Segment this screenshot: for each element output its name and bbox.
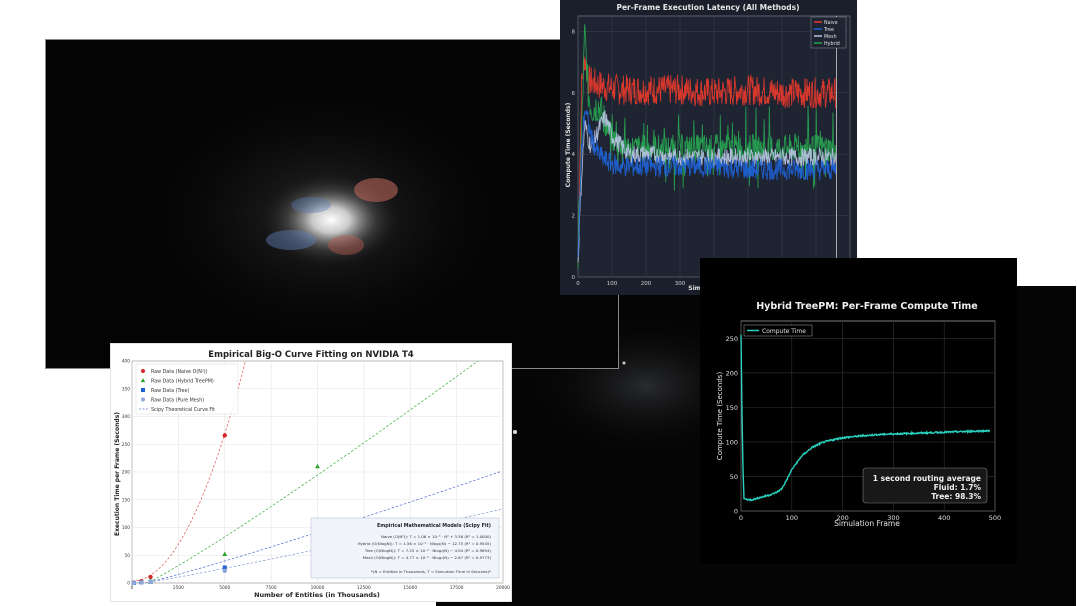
legend-label: Raw Data (Tree) [151,388,189,394]
legend-label: Tree [823,27,834,33]
y-tick-label: 0 [572,275,576,281]
x-tick-label: 0 [131,585,134,591]
chart-title: Empirical Big-O Curve Fitting on NVIDIA … [208,350,413,360]
latency-chart-panel: Per-Frame Execution Latency (All Methods… [560,0,857,295]
x-tick-label: 300 [887,514,899,522]
y-tick-label: 100 [726,438,738,446]
legend-label: Scipy Theoretical Curve Fit [151,407,215,413]
legend-marker [141,397,145,402]
annotation-line: Tree: 98.3% [931,492,981,501]
x-tick-label: 100 [607,281,618,287]
y-axis-label: Compute Time (Seconds) [565,102,572,187]
x-tick-label: 500 [989,514,1001,522]
y-tick-label: 100 [122,525,130,531]
models-footnote: *(N = Entities in Thousands, T = Executi… [371,569,491,574]
model-row: Hybrid (O(NlogN)): T = 1.56 × 10⁻³ · Nlo… [358,541,492,546]
x-tick-label: 5000 [219,585,230,591]
x-tick-label: 200 [836,514,848,522]
x-tick-label: 17500 [450,585,464,591]
legend-marker [141,388,145,392]
annotation-line: 1 second routing average [873,474,981,483]
y-axis-label: Execution Time per Frame (Seconds) [114,412,121,536]
y-tick-label: 8 [572,29,576,35]
model-row: Mesh (O(NlogN)): T = 4.77 × 10⁻⁴ · Nlog₂… [363,555,492,560]
data-point-mesh [148,579,153,585]
galaxy-render-image [45,39,619,369]
x-axis-label: Number of Entities (in Thousands) [254,591,380,599]
model-row: Naive (O(N²)): T = 1.06 × 10⁻⁵ · N² + 3.… [381,534,491,539]
y-tick-label: 0 [127,581,130,587]
y-tick-label: 50 [125,553,131,559]
bigo-chart-panel: Empirical Big-O Curve Fitting on NVIDIA … [110,343,512,602]
x-tick-label: 10000 [311,585,325,591]
x-tick-label: 15000 [403,585,417,591]
hybrid-chart-panel: Hybrid TreePM: Per-Frame Compute Time Si… [700,258,1017,564]
legend-label: Hybrid [824,41,840,47]
legend-label: Compute Time [762,328,806,335]
galaxy-image [126,75,526,355]
x-tick-label: 12500 [357,585,371,591]
legend-label: Raw Data (Naive O(N²)) [151,369,208,375]
y-tick-label: 6 [572,91,576,97]
y-tick-label: 50 [730,473,738,481]
y-tick-label: 150 [726,404,738,412]
hybrid-chart: Hybrid TreePM: Per-Frame Compute Time Si… [716,301,1001,528]
latency-chart: Per-Frame Execution Latency (All Methods… [565,3,856,292]
legend-marker [141,369,145,373]
x-tick-label: 400 [938,514,950,522]
y-tick-label: 0 [734,508,738,516]
y-tick-label: 250 [122,442,130,448]
chart-title: Hybrid TreePM: Per-Frame Compute Time [756,301,978,312]
x-tick-label: 0 [739,514,743,522]
y-axis-label: Compute Time (Seconds) [716,372,724,461]
x-tick-label: 7500 [266,585,277,591]
data-point-naive [222,433,227,438]
legend-label: Raw Data (Pure Mesh) [151,397,204,403]
data-point-mesh [139,580,144,585]
y-tick-label: 200 [726,369,738,377]
x-tick-label: 300 [675,281,686,287]
x-tick-label: 0 [576,281,580,287]
x-tick-label: 20000 [496,585,510,591]
bigo-chart: Empirical Big-O Curve Fitting on NVIDIA … [114,350,510,599]
x-tick-label: 200 [641,281,652,287]
y-tick-label: 2 [572,214,576,220]
y-tick-label: 250 [726,335,738,343]
y-tick-label: 200 [122,470,130,476]
annotation-line: Fluid: 1.7% [934,483,982,492]
y-tick-label: 400 [122,359,130,365]
y-tick-label: 150 [122,497,130,503]
legend-label: Mesh [824,34,837,40]
data-point-mesh [222,568,227,573]
y-tick-label: 300 [122,414,130,420]
y-tick-label: 350 [122,386,130,392]
legend-label: Raw Data (Hybrid TreePM) [151,378,214,384]
legend-label: Naive [824,20,838,26]
x-tick-label: 100 [786,514,798,522]
data-point-mesh [131,580,137,586]
models-box-title: Empirical Mathematical Models (Scipy Fit… [377,523,491,529]
model-row: Tree (O(NlogN)): T = 7.25 × 10⁻⁴ · Nlog₂… [364,548,492,553]
chart-title: Per-Frame Execution Latency (All Methods… [616,3,799,12]
x-tick-label: 2500 [173,585,184,591]
y-tick-label: 4 [572,152,576,158]
